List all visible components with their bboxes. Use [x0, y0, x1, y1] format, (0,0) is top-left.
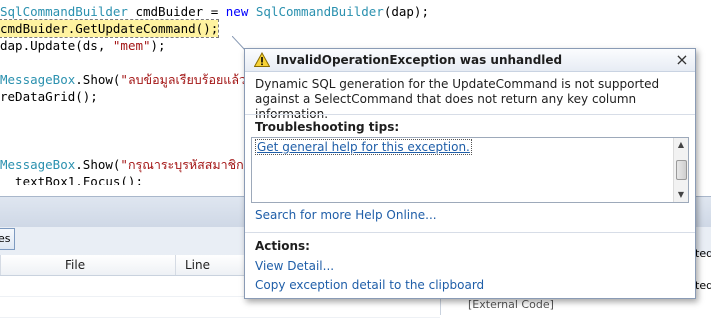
popup-title: InvalidOperationException was unhandled	[276, 53, 563, 67]
code-token: SqlCommandBuilder	[0, 4, 128, 19]
code-token: new	[225, 4, 249, 19]
code-token: .Show(	[75, 157, 121, 172]
code-token: cmdBuider =	[127, 4, 226, 19]
close-icon[interactable]: ×	[675, 50, 688, 69]
column-header-line[interactable]: Line	[185, 255, 210, 275]
code-token: cmdBuider.GetUpdateCommand();	[0, 21, 219, 36]
column-separator[interactable]	[175, 255, 176, 275]
scroll-up-arrow-icon[interactable]: ▲	[674, 138, 688, 152]
code-line-5[interactable]: MessageBox.Show("ลบข้อมูลเรียบร้อยแล้ว"	[0, 71, 254, 88]
external-code-label: [External Code]	[468, 298, 554, 311]
exception-message: Dynamic SQL generation for the UpdateCom…	[255, 77, 660, 121]
general-help-link[interactable]: Get general help for this exception.	[255, 139, 472, 155]
code-token: (dap);	[383, 4, 429, 19]
view-detail-link[interactable]: View Detail...	[255, 259, 334, 273]
code-line-1[interactable]: SqlCommandBuilder cmdBuider = new SqlCom…	[0, 3, 429, 20]
close-button[interactable]: ×	[674, 51, 690, 69]
copy-exception-detail-link[interactable]: Copy exception detail to the clipboard	[255, 278, 484, 292]
code-token: reDataGrid();	[0, 89, 98, 104]
column-separator[interactable]	[0, 255, 1, 275]
troubleshooting-heading: Troubleshooting tips:	[255, 120, 400, 134]
divider	[245, 232, 695, 233]
code-token: );	[150, 38, 166, 53]
code-line-6[interactable]: reDataGrid();	[0, 88, 98, 105]
divider	[245, 114, 695, 115]
panel-tab[interactable]: es	[0, 228, 15, 250]
code-token: dap.Update(ds,	[0, 38, 113, 53]
code-token: MessageBox	[0, 72, 76, 87]
code-line-3[interactable]: dap.Update(ds, "mem");	[0, 37, 166, 54]
code-token: "ลบข้อมูลเรียบร้อยแล้ว"	[120, 72, 254, 87]
code-line-2-current-statement[interactable]: cmdBuider.GetUpdateCommand();	[0, 19, 220, 38]
search-help-online-link[interactable]: Search for more Help Online...	[255, 208, 437, 222]
troubleshooting-tips-list[interactable]: Get general help for this exception. ▲ ▼	[251, 137, 689, 203]
tips-scrollbar[interactable]: ▲ ▼	[673, 138, 688, 202]
scroll-thumb[interactable]	[676, 160, 687, 180]
code-line-10[interactable]: MessageBox.Show("กรุณาระบุรหัสสมาชิก"	[0, 156, 251, 173]
code-token: SqlCommandBuilder	[255, 4, 384, 19]
code-token: .Show(	[75, 72, 121, 87]
popup-titlebar: InvalidOperationException was unhandled …	[245, 49, 695, 72]
code-line-11[interactable]: textBox1.Focus();	[0, 173, 143, 185]
scroll-down-arrow-icon[interactable]: ▼	[674, 188, 688, 202]
code-token: "กรุณาระบุรหัสสมาชิก"	[120, 157, 252, 172]
warning-icon	[254, 52, 270, 67]
actions-heading: Actions:	[255, 239, 310, 253]
exception-assistant-popup: InvalidOperationException was unhandled …	[244, 48, 696, 299]
code-token: "mem"	[112, 38, 151, 53]
column-header-file[interactable]: File	[65, 255, 85, 275]
code-token: MessageBox	[0, 157, 76, 172]
code-token: textBox1.Focus();	[0, 174, 143, 185]
